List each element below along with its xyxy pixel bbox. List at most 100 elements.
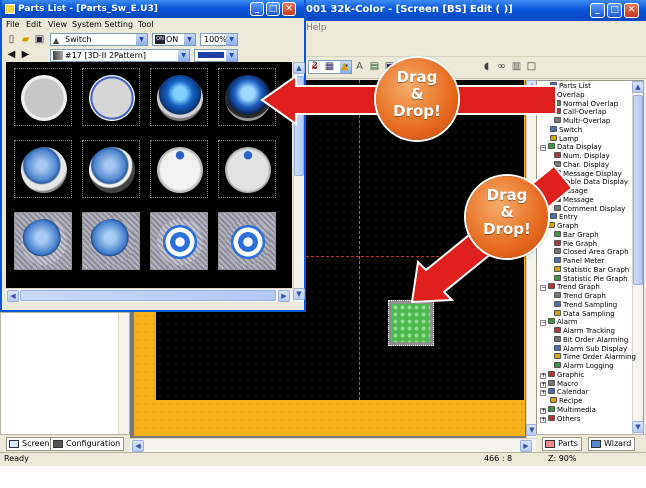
new-file-icon[interactable]: ▯ <box>5 33 18 47</box>
link-tool-icon[interactable]: ∞ <box>495 60 508 74</box>
workspace-vertical-scrollbar[interactable]: ▲ ▼ <box>526 80 538 438</box>
tree-item[interactable]: − Overlap <box>540 90 585 100</box>
color-combo[interactable]: ▼ <box>194 49 238 62</box>
collapse-icon[interactable]: − <box>540 145 546 152</box>
parts-maximize-button[interactable]: □ <box>266 2 280 16</box>
workspace-horizontal-scrollbar[interactable]: ◀ ▶ <box>130 438 536 452</box>
tree-scroll-thumb[interactable] <box>633 95 643 285</box>
switch-part-cell[interactable] <box>14 140 72 198</box>
alarm-tool-icon[interactable]: ▲ <box>338 60 351 74</box>
tree-item[interactable]: Alarm Sub Display <box>554 344 627 354</box>
tree-item[interactable]: Panel Meter <box>554 257 604 266</box>
tree-item[interactable]: Closed Area Graph <box>554 248 629 257</box>
menu-edit[interactable]: Edit <box>26 18 42 31</box>
tree-item[interactable]: Message <box>554 195 594 205</box>
tree-item[interactable]: Pie Graph <box>554 239 597 249</box>
parts-scroll-up-icon[interactable]: ▲ <box>293 62 305 74</box>
close-button[interactable]: ✕ <box>624 3 639 18</box>
tree-item[interactable]: Comment Display <box>554 204 625 214</box>
menu-help[interactable]: Help <box>306 23 327 33</box>
tree-item[interactable]: Data Sampling <box>554 309 615 319</box>
pattern-combo[interactable]: #17 [3D-II 2Pattern] ▼ <box>50 49 190 62</box>
tree-item[interactable]: Trend Sampling <box>554 300 617 310</box>
switch-part-cell[interactable] <box>218 68 276 126</box>
switch-part-cell[interactable] <box>150 68 208 126</box>
tree-item[interactable]: Table Data Display <box>554 178 628 187</box>
parts-title-bar[interactable]: Parts List - [Parts_Sw_E.U3] _ □ ✕ <box>2 0 304 18</box>
scroll-right-icon[interactable]: ▶ <box>520 440 532 452</box>
expand-icon[interactable]: + <box>540 390 546 397</box>
tree-item[interactable]: Statistic Bar Graph <box>554 265 629 275</box>
maximize-button[interactable]: □ <box>607 3 622 18</box>
parts-scroll-thumb[interactable] <box>294 76 304 176</box>
expand-icon[interactable]: + <box>540 381 546 388</box>
collapse-icon[interactable]: − <box>540 92 546 99</box>
calendar-tool-icon[interactable]: ▥ <box>510 60 523 74</box>
parts-vertical-scrollbar[interactable]: ▲ ▼ <box>293 62 305 302</box>
tree-item[interactable]: Multi-Overlap <box>554 117 610 126</box>
open-folder-icon[interactable]: ▰ <box>19 33 32 47</box>
tree-item[interactable]: Statistic Pie Graph <box>554 274 628 284</box>
grid-tool-icon[interactable]: ▦ <box>323 60 336 74</box>
switch-part-cell[interactable] <box>82 212 140 270</box>
tree-item[interactable]: Bar Graph <box>554 230 599 240</box>
sound-tool-icon[interactable]: ◖ <box>480 60 493 74</box>
tab-parts[interactable]: Parts <box>542 437 582 451</box>
tree-item[interactable]: + Calendar <box>540 388 588 397</box>
tree-item[interactable]: − Trend Graph <box>540 283 600 292</box>
parts-hscroll-thumb[interactable] <box>20 290 276 301</box>
parts-scroll-left-icon[interactable]: ◀ <box>7 290 19 302</box>
tree-item[interactable]: − Alarm <box>540 318 578 327</box>
tree-item[interactable]: Bit Order Alarming <box>554 335 628 345</box>
switch-part-cell[interactable] <box>82 140 140 198</box>
switch-part-cell[interactable] <box>218 140 276 198</box>
tree-item[interactable]: Alarm Logging <box>554 362 614 371</box>
tree-item[interactable]: Char. Display <box>554 160 609 170</box>
tree-scroll-down-icon[interactable]: ▼ <box>632 421 644 433</box>
tree-item[interactable]: + Macro <box>540 379 578 389</box>
state-combo[interactable]: ON ON ▼ <box>152 33 196 46</box>
switch-part-cell[interactable] <box>150 140 208 198</box>
menu-system-setting[interactable]: System Setting <box>72 18 133 31</box>
tree-item[interactable]: Recipe <box>540 397 582 406</box>
tree-item[interactable]: Parts List <box>540 82 591 91</box>
tree-item[interactable]: Lamp <box>540 134 578 144</box>
tree-item[interactable]: − Data Display <box>540 143 602 152</box>
tree-item[interactable]: Message Display <box>554 169 622 179</box>
switch-part-cell[interactable] <box>218 212 276 270</box>
expand-icon[interactable]: + <box>540 416 546 423</box>
parts-scroll-down-icon[interactable]: ▼ <box>293 288 305 300</box>
switch-part-cell[interactable] <box>82 68 140 126</box>
switch-part-cell[interactable] <box>14 68 72 126</box>
switch-part-cell[interactable] <box>14 212 72 270</box>
collapse-icon[interactable]: − <box>540 285 546 292</box>
tab-screen[interactable]: Screen <box>6 437 54 451</box>
part-type-combo[interactable]: ▲ Switch ▼ <box>50 33 148 46</box>
parts-scroll-right-icon[interactable]: ▶ <box>278 290 290 302</box>
parts-minimize-button[interactable]: _ <box>250 2 264 16</box>
tree-item[interactable]: + Multimedia <box>540 405 596 415</box>
back-arrow-icon[interactable]: ◀ <box>5 48 18 62</box>
tree-item[interactable]: Normal Overlap <box>554 99 618 109</box>
parts-zoom-combo[interactable]: 100% ▼ <box>200 33 238 46</box>
tree-scroll-up-icon[interactable]: ▲ <box>632 81 644 93</box>
tree-item[interactable]: + Others <box>540 414 581 424</box>
placed-lamp-part[interactable] <box>388 300 434 346</box>
parts-horizontal-scrollbar[interactable]: ◀ ▶ <box>6 288 293 302</box>
tree-item[interactable]: Num. Display <box>554 152 610 161</box>
expand-icon[interactable]: + <box>540 372 546 379</box>
tree-item[interactable]: Trend Graph <box>554 292 606 301</box>
forward-arrow-icon[interactable]: ▶ <box>19 48 32 62</box>
tab-configuration[interactable]: Configuration <box>50 437 125 451</box>
tree-item[interactable]: + Graphic <box>540 370 584 380</box>
minimize-button[interactable]: _ <box>590 3 605 18</box>
tab-wizard[interactable]: Wizard <box>588 437 636 451</box>
save-icon[interactable]: ▣ <box>33 33 46 47</box>
tree-item[interactable]: Alarm Tracking <box>554 327 615 336</box>
part-tool-icon[interactable]: ⌂ <box>308 60 321 74</box>
parts-tree-scrollbar[interactable]: ▲ ▼ <box>632 81 644 435</box>
parts-close-button[interactable]: ✕ <box>282 2 296 16</box>
text-tool-icon[interactable]: A <box>353 60 366 74</box>
frame-tool-icon[interactable]: □ <box>525 60 538 74</box>
switch-part-cell[interactable] <box>150 212 208 270</box>
